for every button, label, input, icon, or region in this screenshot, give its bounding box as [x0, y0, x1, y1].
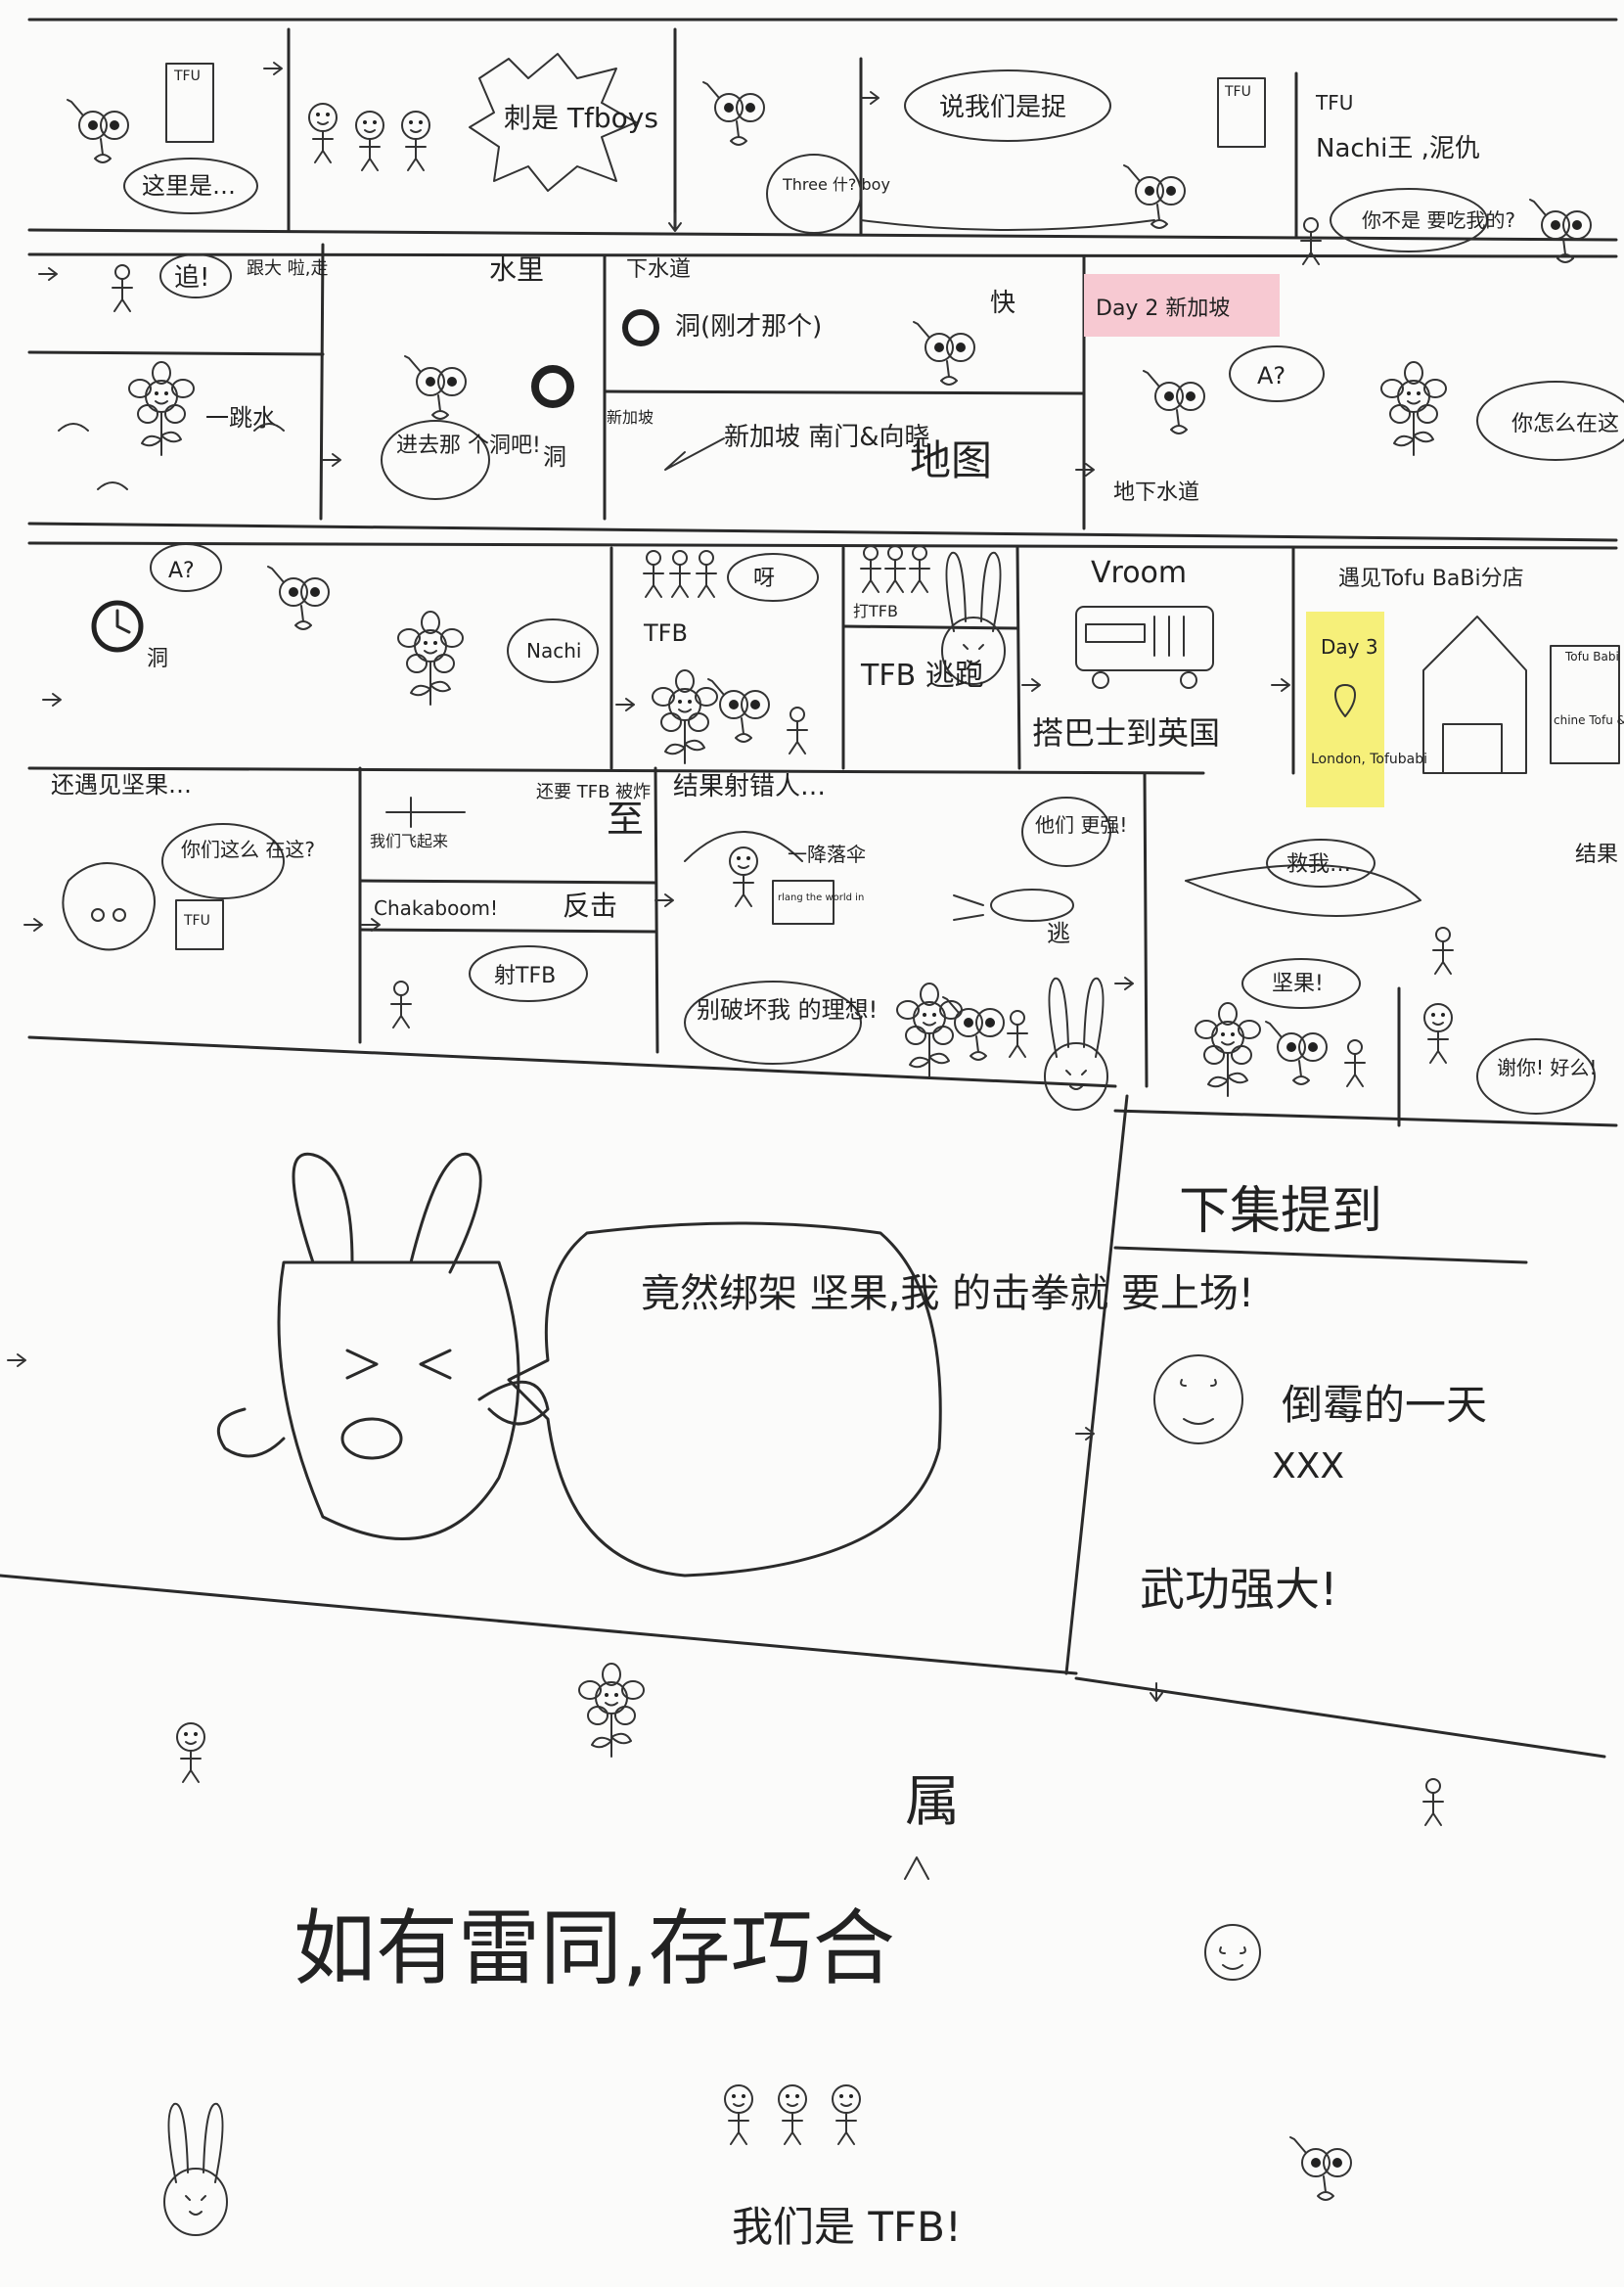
day3-place: London, Tofubabi — [1311, 752, 1427, 767]
panel-tofu-shop: 遇见Tofu BaBi分店 Day 3 London, Tofubabi Tof… — [1306, 567, 1624, 807]
svg-text:A?: A? — [1257, 362, 1286, 389]
svg-text:洞: 洞 — [543, 443, 566, 471]
svg-text:新加坡: 新加坡 — [607, 408, 654, 427]
svg-text:TFB: TFB — [643, 619, 688, 647]
svg-text:救我…: 救我… — [1286, 852, 1351, 877]
nachi-names: Nachi王 ,泥仇 — [1316, 134, 1480, 163]
preview-title: 下集提到 — [1179, 1182, 1382, 1241]
svg-text:射TFB: 射TFB — [494, 964, 556, 988]
svg-text:遇见Tofu BaBi分店: 遇见Tofu BaBi分店 — [1338, 567, 1524, 591]
svg-text:水里: 水里 — [489, 253, 544, 286]
disclaimer-text: 如有雷同,存巧合 — [293, 1900, 895, 1996]
chakaboom-text: Chakaboom! — [374, 896, 498, 920]
dream-bubble-text: 别破坏我 的理想! — [697, 996, 878, 1024]
water-bubble-text: 进去那 个洞吧! — [396, 434, 541, 458]
panel-day2: Day 2 新加坡 A? 地下水道 你怎么在这 — [1084, 274, 1624, 505]
svg-text:XXX: XXX — [1272, 1446, 1344, 1487]
preview-line: 倒霉的一天 — [1282, 1381, 1487, 1429]
three-boy-text: Three 什? boy — [782, 175, 890, 194]
svg-text:洞: 洞 — [147, 647, 168, 671]
svg-text:还遇见坚果…: 还遇见坚果… — [51, 771, 192, 799]
svg-text:追!: 追! — [174, 263, 209, 293]
svg-text:TFU: TFU — [183, 913, 210, 929]
nachi-bubble-text: 你不是 要吃我的? — [1362, 208, 1515, 232]
svg-text:Tofu Babi: Tofu Babi — [1564, 650, 1619, 663]
svg-text:逃: 逃 — [1047, 920, 1070, 947]
panel-clock: A? 洞 — [91, 543, 330, 671]
preview-power: 武功强大! — [1140, 1563, 1337, 1616]
panel-next-preview: 下集提到 倒霉的一天 XXX 武功强大! — [1140, 1182, 1487, 1616]
panel-wrong-shot: 结果射错人… 一降落伞 rlang the world in 别破坏我 的理想! — [673, 772, 878, 1065]
svg-text:快: 快 — [990, 289, 1015, 318]
svg-text:坚果!: 坚果! — [1272, 972, 1324, 996]
svg-text:Day 2 新加坡: Day 2 新加坡 — [1096, 297, 1230, 321]
svg-text:地下水道: 地下水道 — [1113, 480, 1199, 505]
panel-jump: 一跳水 — [58, 361, 285, 490]
nut-bubble-text: 你们这么 在这? — [181, 838, 315, 861]
svg-text:下水道: 下水道 — [626, 257, 691, 282]
tofu-sign: chine Tofu & Pork — [1554, 713, 1624, 727]
svg-text:反击: 反击 — [563, 890, 617, 922]
panel-tfb-flee: 打TFB TFB 逃跑 — [853, 545, 1006, 693]
signoff-text: 我们是 TFB! — [732, 2203, 962, 2251]
sewer-hole-text: 洞(刚才那个) — [675, 312, 822, 342]
svg-text:一跳水: 一跳水 — [205, 404, 276, 432]
chase-side-text: 跟大 啦,走 — [247, 258, 328, 279]
thanks-bubble-text: 谢你! 好么! — [1497, 1056, 1597, 1079]
panel-water: 水里 进去那 个洞吧! 洞 — [381, 253, 574, 500]
panel-nachi-flower: Nachi — [397, 611, 599, 706]
panel-1-intro: TFU 这里是… — [67, 63, 258, 214]
svg-text:打TFB: 打TFB — [853, 602, 898, 620]
svg-text:TFU: TFU — [173, 69, 201, 84]
panel-map: 新加坡 新加坡 南门&向晓 地图 — [607, 408, 992, 484]
comic-sheet: TFU 这里是… 刺是 Tfboys Three 什? boy 说我们是捉 TF… — [0, 0, 1624, 2287]
panel-2-tfboys: 刺是 Tfboys — [308, 53, 658, 192]
day2-flower-bubble: 你怎么在这 — [1511, 412, 1619, 436]
panel-chase: 追! 跟大 啦,走 — [112, 253, 328, 312]
svg-text:Nachi: Nachi — [526, 639, 581, 663]
strong-bubble-text: 他们 更强! — [1035, 813, 1127, 837]
svg-text:Day 3: Day 3 — [1321, 635, 1378, 659]
panel-tfb-appear: TFB 呀 — [643, 550, 819, 764]
small-bubble-text: rlang the world in — [778, 892, 864, 903]
bus-caption: 搭巴士到英国 — [1032, 714, 1220, 752]
p1-bubble-text: 这里是… — [142, 172, 236, 200]
svg-text:TFU: TFU — [1224, 84, 1251, 100]
panel-borders — [0, 18, 1618, 1759]
panel-fly: 我们飞起来 还要 TFB 被炸 至 Chakaboom! 反击 射TFB — [370, 782, 651, 1029]
svg-text:呀: 呀 — [753, 567, 775, 591]
comic-drawing: TFU 这里是… 刺是 Tfboys Three 什? boy 说我们是捉 TF… — [0, 18, 1624, 2251]
tfb-flee-text: TFB 逃跑 — [860, 659, 984, 693]
svg-text:一降落伞: 一降落伞 — [788, 843, 866, 866]
map-text: 新加坡 南门&向晓 — [724, 423, 930, 452]
tfboys-burst-text: 刺是 Tfboys — [504, 102, 658, 134]
footer: 如有雷同,存巧合 属 我们是 TFB! — [163, 1663, 1444, 2251]
capture-bubble-text: 说我们是捉 — [939, 93, 1066, 122]
panel-sewer: 下水道 洞(刚才那个) 快 — [622, 257, 1015, 386]
panel-4-capture: 说我们是捉 TFU — [860, 69, 1266, 231]
panel-bus: Vroom 搭巴士到英国 — [1032, 556, 1220, 752]
panel-kidnap: 救我… 坚果! 谢你! 好么! 结果 坚果 被抓 走 — [1185, 839, 1624, 1115]
side-text: 结果 坚果 被抓 走 — [1575, 843, 1624, 867]
svg-text:至: 至 — [607, 798, 644, 841]
rabbit-bubble-text: 竟然绑架 坚果,我 的击拳就 要上场! — [641, 1271, 1254, 1316]
panel-they-stronger: 他们 更强! 逃 — [896, 797, 1127, 1111]
svg-text:结果射错人…: 结果射错人… — [673, 772, 826, 801]
insert-char: 属 — [905, 1770, 960, 1834]
svg-text:Vroom: Vroom — [1091, 556, 1187, 590]
map-label: 地图 — [910, 436, 992, 484]
svg-text:A?: A? — [168, 559, 195, 583]
panel-nut-meet: 还遇见坚果… TFU 你们这么 在这? — [51, 771, 315, 951]
svg-text:TFU: TFU — [1315, 91, 1353, 114]
svg-text:我们飞起来: 我们飞起来 — [370, 832, 448, 850]
